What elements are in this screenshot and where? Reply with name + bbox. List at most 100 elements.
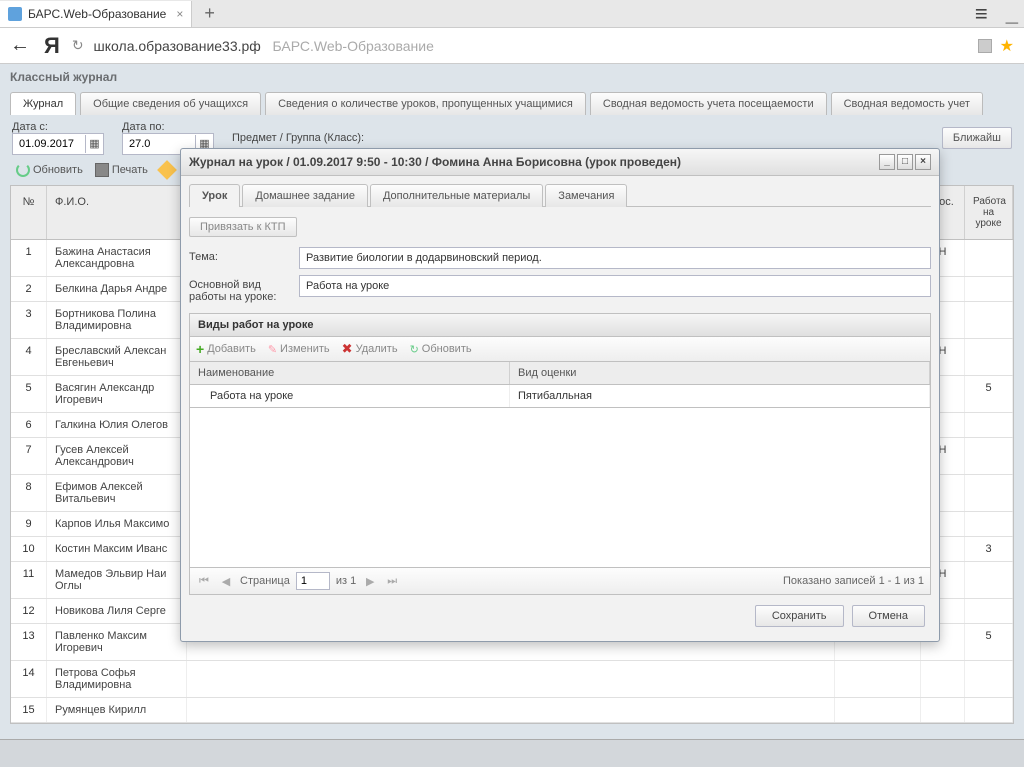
bookmark-star-icon[interactable]: ★	[1000, 36, 1014, 56]
table-row[interactable]: 15Румянцев Кирилл	[11, 698, 1013, 723]
cell-number: 6	[11, 413, 47, 437]
cell-date	[835, 698, 921, 722]
next-page-icon[interactable]: ▶	[362, 575, 378, 588]
dialog-title-bar[interactable]: Журнал на урок / 01.09.2017 9:50 - 10:30…	[181, 149, 939, 176]
main-tabs: Журнал Общие сведения об учащихся Сведен…	[0, 86, 1024, 115]
print-button[interactable]: Печать	[91, 161, 152, 179]
cell-work[interactable]	[965, 475, 1013, 511]
tab-close-icon[interactable]: ×	[176, 7, 183, 21]
cell-number: 5	[11, 376, 47, 412]
row-type: Пятибалльная	[510, 385, 930, 407]
tab-missed-lessons[interactable]: Сведения о количестве уроков, пропущенны…	[265, 92, 586, 115]
minimize-icon[interactable]: _	[879, 154, 895, 170]
tab-summary-report[interactable]: Сводная ведомость учет	[831, 92, 983, 115]
edit-button[interactable]: ✎Изменить	[268, 343, 330, 356]
edit-button[interactable]	[156, 161, 178, 179]
prev-page-icon[interactable]: ◀	[218, 575, 234, 588]
save-button[interactable]: Сохранить	[755, 605, 844, 627]
tab-students-info[interactable]: Общие сведения об учащихся	[80, 92, 261, 115]
cell-work[interactable]	[965, 562, 1013, 598]
col-fio: Ф.И.О.	[47, 186, 187, 239]
work-type-input[interactable]: Работа на уроке	[299, 275, 931, 297]
cell-number: 7	[11, 438, 47, 474]
cell-attendance[interactable]	[921, 698, 965, 722]
cell-number: 10	[11, 537, 47, 561]
cell-fio: Белкина Дарья Андре	[47, 277, 187, 301]
page-of: из 1	[336, 575, 356, 587]
reload-icon[interactable]: ↻	[72, 37, 84, 54]
dlg-tab-lesson[interactable]: Урок	[189, 184, 240, 207]
cell-work[interactable]	[965, 302, 1013, 338]
yandex-logo[interactable]: Я	[44, 33, 60, 59]
cell-work[interactable]	[965, 698, 1013, 722]
cancel-button[interactable]: Отмена	[852, 605, 925, 627]
cell-fio: Гусев Алексей Александрович	[47, 438, 187, 474]
favicon-icon	[8, 7, 22, 21]
delete-icon: ✖	[342, 341, 353, 357]
nearest-button[interactable]: Ближайш	[942, 127, 1012, 149]
cell-attendance[interactable]	[921, 661, 965, 697]
dialog-footer: Сохранить Отмена	[189, 595, 931, 633]
date-from-label: Дата с:	[12, 121, 104, 133]
cell-fio: Мамедов Эльвир Наи Оглы	[47, 562, 187, 598]
cell-number: 8	[11, 475, 47, 511]
minimize-icon[interactable]: _	[1006, 1, 1018, 27]
refresh-icon	[16, 163, 30, 177]
cell-work[interactable]	[965, 413, 1013, 437]
cell-work[interactable]	[965, 512, 1013, 536]
refresh-button[interactable]: ↻Обновить	[410, 343, 472, 356]
pencil-icon	[157, 160, 177, 180]
cell-number: 4	[11, 339, 47, 375]
refresh-button[interactable]: Обновить	[12, 161, 87, 179]
maximize-icon[interactable]: □	[897, 154, 913, 170]
lesson-dialog: Журнал на урок / 01.09.2017 9:50 - 10:30…	[180, 148, 940, 642]
cell-work[interactable]: 5	[965, 624, 1013, 660]
calendar-icon[interactable]: ▦	[85, 135, 103, 153]
works-grid-empty	[189, 408, 931, 568]
cell-work[interactable]	[965, 339, 1013, 375]
dlg-tab-materials[interactable]: Дополнительные материалы	[370, 184, 543, 207]
dlg-tab-homework[interactable]: Домашнее задание	[242, 184, 368, 207]
date-from-field[interactable]: ▦	[12, 133, 104, 155]
cell-fio: Галкина Юлия Олегов	[47, 413, 187, 437]
cell-fio: Новикова Лиля Серге	[47, 599, 187, 623]
menu-icon[interactable]: ≡	[975, 1, 988, 27]
url-title: БАРС.Web-Образование	[273, 38, 434, 54]
cell-number: 12	[11, 599, 47, 623]
cell-number: 3	[11, 302, 47, 338]
close-icon[interactable]: ×	[915, 154, 931, 170]
works-grid-row[interactable]: Работа на уроке Пятибалльная	[189, 385, 931, 408]
tab-attendance-report[interactable]: Сводная ведомость учета посещаемости	[590, 92, 827, 115]
cell-work[interactable]: 5	[965, 376, 1013, 412]
cell-work[interactable]	[965, 438, 1013, 474]
cell-work[interactable]	[965, 661, 1013, 697]
browser-tab[interactable]: БАРС.Web-Образование ×	[0, 1, 192, 27]
col-grade-type: Вид оценки	[510, 362, 930, 384]
add-button[interactable]: +Добавить	[196, 341, 256, 357]
back-button[interactable]: ←	[10, 34, 30, 57]
tab-journal[interactable]: Журнал	[10, 92, 76, 115]
cell-work[interactable]: 3	[965, 537, 1013, 561]
url-display[interactable]: школа.образование33.рф БАРС.Web-Образова…	[94, 38, 434, 54]
last-page-icon[interactable]: ⏭	[384, 575, 400, 588]
cell-fio: Бажина Анастасия Александровна	[47, 240, 187, 276]
page-input[interactable]	[296, 572, 330, 590]
plus-icon: +	[196, 341, 204, 357]
cell-work[interactable]	[965, 599, 1013, 623]
print-icon	[95, 163, 109, 177]
tab-title: БАРС.Web-Образование	[28, 7, 166, 21]
cell-work[interactable]	[965, 240, 1013, 276]
pager-info: Показано записей 1 - 1 из 1	[783, 575, 924, 587]
dlg-tab-remarks[interactable]: Замечания	[545, 184, 627, 207]
tema-input[interactable]: Развитие биологии в додарвиновский перио…	[299, 247, 931, 269]
cell-number: 11	[11, 562, 47, 598]
ktp-button[interactable]: Привязать к КТП	[189, 217, 297, 237]
cell-fio: Карпов Илья Максимо	[47, 512, 187, 536]
new-tab-button[interactable]: +	[192, 3, 227, 24]
delete-button[interactable]: ✖Удалить	[342, 341, 398, 357]
cell-number: 13	[11, 624, 47, 660]
first-page-icon[interactable]: ⏮	[196, 575, 212, 588]
table-row[interactable]: 14Петрова Софья Владимировна	[11, 661, 1013, 698]
cell-work[interactable]	[965, 277, 1013, 301]
date-from-input[interactable]	[13, 138, 85, 150]
